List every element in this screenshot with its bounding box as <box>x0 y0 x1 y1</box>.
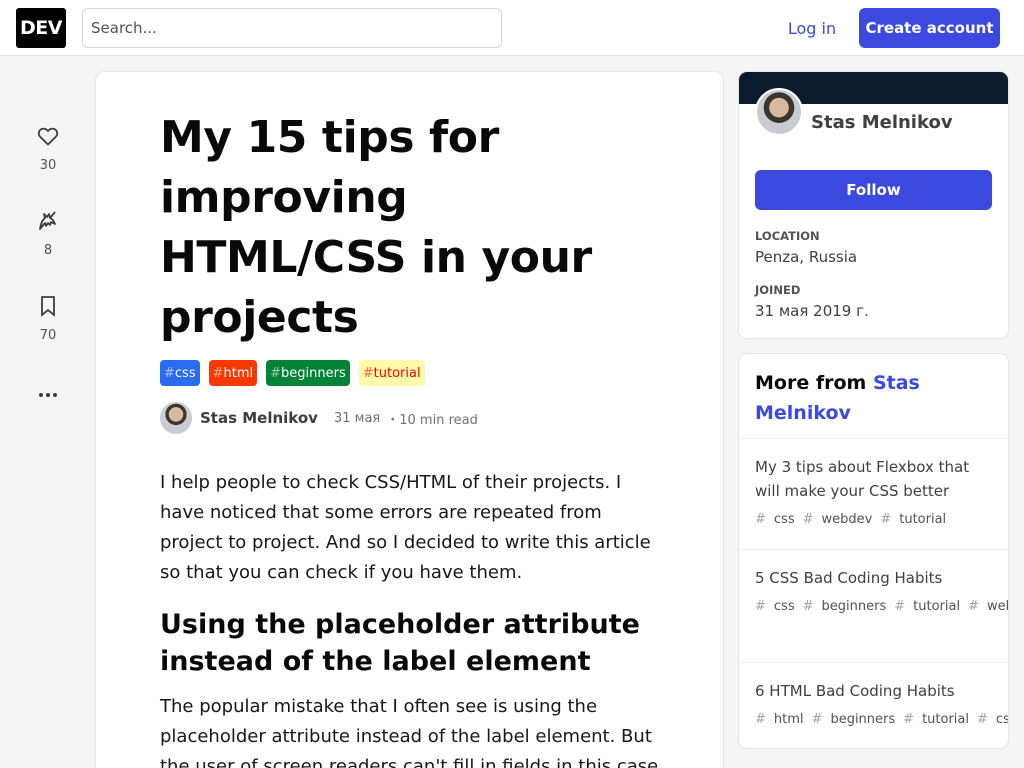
more-from-tag-label: webdev <box>986 599 1008 614</box>
more-from-tag-label: tutorial <box>899 512 947 527</box>
tag-label: tutorial <box>373 365 421 381</box>
more-from-item[interactable]: 5 CSS Bad Coding Habits # css # beginners # tu… <box>739 549 1008 636</box>
more-from-tag[interactable]: # css <box>755 599 795 614</box>
more-from-tag[interactable]: # webdev <box>803 512 873 527</box>
profile-name[interactable]: Stas Melnikov <box>811 112 953 133</box>
tag-hash: # <box>755 599 766 614</box>
author-name[interactable]: Stas Melnikov <box>200 409 318 427</box>
bookmark-button[interactable]: 70 <box>16 290 80 375</box>
avatar[interactable] <box>160 402 192 434</box>
tag-hash: # <box>802 512 814 527</box>
unicorn-reaction-button[interactable]: 8 <box>16 205 80 290</box>
tag-hash: # <box>755 512 766 527</box>
more-from-item-title[interactable]: 6 HTML Bad Coding Habits <box>755 679 992 703</box>
tag-hash: # <box>802 599 814 614</box>
tag-hash: # <box>968 599 979 614</box>
tag-hash: # <box>894 599 906 614</box>
reaction-sidebar: 30 8 70 <box>16 120 80 415</box>
more-from-tag[interactable]: # webdev <box>968 599 1008 614</box>
joined-label: JOINED <box>755 283 801 297</box>
tag-label: beginners <box>281 365 346 381</box>
tag-hash: # <box>270 365 282 381</box>
more-from-tag-label: tutorial <box>913 599 961 614</box>
more-from-tag[interactable]: # beginners <box>812 712 896 727</box>
joined-value: 31 мая 2019 г. <box>755 302 869 320</box>
article-intro: I help people to check CSS/HTML of their… <box>160 472 651 583</box>
tag-hash: # <box>880 512 892 527</box>
more-from-item-title[interactable]: My 3 tips about Flexbox that will make y… <box>755 455 992 503</box>
more-from-item-tags: # css # beginners # tutorial # webdev <box>755 594 1008 620</box>
more-from-tag[interactable]: # tutorial <box>880 512 946 527</box>
more-from-tag-label: beginners <box>821 599 887 614</box>
tag-label: css <box>174 365 196 381</box>
tag-css[interactable]: # css <box>160 360 200 386</box>
author-profile-card: Stas Melnikov Follow LOCATION Penza, Rus… <box>739 72 1008 338</box>
heart-icon <box>37 127 59 146</box>
tag-hash: # <box>811 712 823 727</box>
heart-reaction-button[interactable]: 30 <box>16 120 80 205</box>
more-from-tag[interactable]: # tutorial <box>894 599 960 614</box>
section-heading: Using the placeholder attribute instead … <box>160 609 640 677</box>
article-author-row: Stas Melnikov 31 мая ・10 min read <box>160 402 478 434</box>
more-from-tag-label: beginners <box>830 712 896 727</box>
more-from-tag[interactable]: # css <box>977 712 1008 727</box>
article-tags: # css # html # beginners # tutorial <box>160 360 425 386</box>
ellipsis-icon <box>39 393 57 397</box>
unicorn-count: 8 <box>43 243 53 258</box>
more-from-heading: More from Stas Melnikov <box>755 368 995 428</box>
more-from-card: More from Stas Melnikov My 3 tips about … <box>739 354 1008 748</box>
location-label: LOCATION <box>755 229 820 243</box>
heart-count: 30 <box>39 158 57 173</box>
more-from-tag[interactable]: # html <box>755 712 804 727</box>
more-from-tag-label: html <box>773 712 804 727</box>
more-from-prefix: More from <box>755 372 873 394</box>
more-from-tag-label: tutorial <box>922 712 969 727</box>
profile-avatar[interactable] <box>755 88 803 136</box>
bookmark-icon <box>41 296 55 317</box>
more-from-item[interactable]: 6 HTML Bad Coding Habits # html # beginners #… <box>739 662 1008 748</box>
create-account-button[interactable]: Create account <box>859 8 1000 48</box>
more-from-tag[interactable]: # tutorial <box>903 712 969 727</box>
more-from-tag[interactable]: # css <box>755 512 795 527</box>
more-options-icon[interactable] <box>16 375 80 415</box>
tag-html[interactable]: # html <box>208 360 258 386</box>
tag-hash: # <box>903 712 915 727</box>
login-link[interactable]: Log in <box>776 8 848 48</box>
more-from-item-tags: # css # webdev # tutorial <box>755 507 992 533</box>
publish-date: 31 мая <box>333 410 381 426</box>
read-time: ・10 min read <box>386 412 478 428</box>
unicorn-icon <box>39 211 56 230</box>
more-from-item[interactable]: My 3 tips about Flexbox that will make y… <box>739 438 1008 549</box>
tag-hash: # <box>362 365 374 381</box>
more-from-tag-label: css <box>773 512 795 527</box>
search-input[interactable] <box>82 8 502 48</box>
article-title: My 15 tips for improving HTML/CSS in you… <box>160 112 592 343</box>
more-from-tag[interactable]: # beginners <box>803 599 887 614</box>
tag-tutorial[interactable]: # tutorial <box>358 360 425 386</box>
more-from-tag-label: css <box>773 599 795 614</box>
tag-hash: # <box>212 365 224 381</box>
more-from-tag-label: webdev <box>821 512 873 527</box>
top-header: DEV Log in Create account <box>0 0 1024 56</box>
more-from-tag-label: css <box>995 712 1008 727</box>
bookmark-count: 70 <box>39 328 57 343</box>
location-value: Penza, Russia <box>755 248 858 266</box>
follow-button[interactable]: Follow <box>755 170 992 210</box>
tag-hash: # <box>164 365 175 381</box>
article-card: My 15 tips for improving HTML/CSS in you… <box>96 72 723 768</box>
more-from-item-tags: # html # beginners # tutorial # css <box>755 707 1008 733</box>
section-paragraph: The popular mistake that I often see is … <box>160 696 659 768</box>
more-from-item-title[interactable]: 5 CSS Bad Coding Habits <box>755 566 992 590</box>
dev-logo[interactable]: DEV <box>16 8 66 48</box>
tag-beginners[interactable]: # beginners <box>266 360 350 386</box>
tag-label: html <box>223 365 254 381</box>
tag-hash: # <box>755 712 766 727</box>
tag-hash: # <box>976 712 988 727</box>
